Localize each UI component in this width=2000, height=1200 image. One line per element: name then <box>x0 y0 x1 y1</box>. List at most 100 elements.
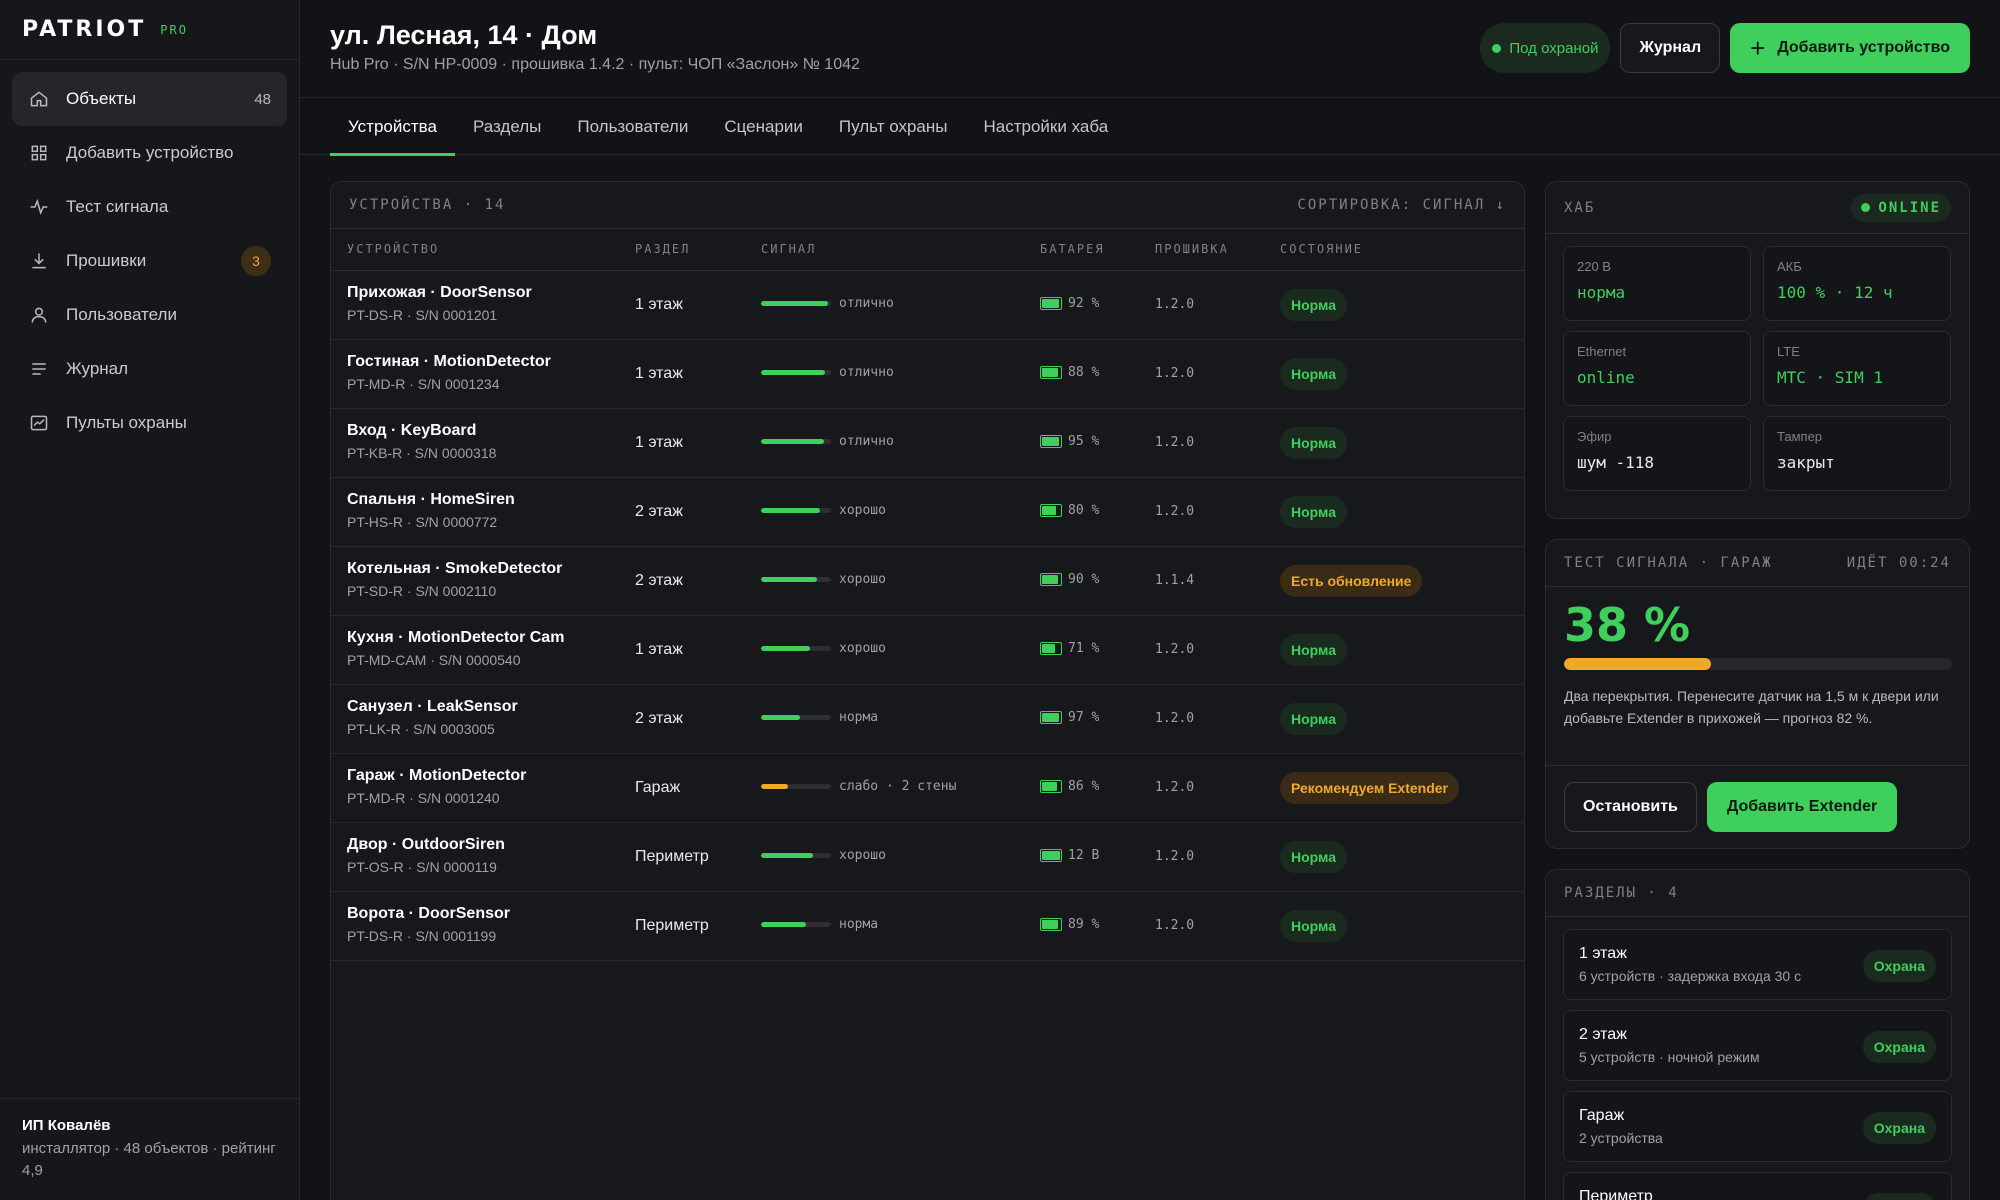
pulse-icon <box>28 196 50 218</box>
device-cell: Двор · OutdoorSiren PT-OS-R · S/N 0000119 <box>347 836 505 875</box>
hub-status-label: 220 В <box>1577 259 1611 274</box>
sidebar-item-signal-test[interactable]: Тест сигнала <box>12 180 287 234</box>
battery-cell: 95 % <box>1040 434 1099 449</box>
hub-online-badge: ONLINE <box>1851 193 1951 222</box>
home-icon <box>28 88 50 110</box>
sidebar-item-label: Журнал <box>66 359 129 378</box>
battery-fill <box>1042 782 1058 791</box>
firmware-version: 1.2.0 <box>1155 297 1195 312</box>
signal-bar <box>761 508 831 513</box>
column-header-battery[interactable]: БАТАРЕЯ <box>1040 242 1105 256</box>
zone-meta: 5 устройств · ночной режим <box>1579 1049 1760 1065</box>
sidebar-item-users[interactable]: Пользователи <box>12 288 287 342</box>
status-badge[interactable]: Охрана <box>1862 1031 1936 1063</box>
tab-scenarios[interactable]: Сценарии <box>706 98 821 155</box>
sidebar-item-add-device[interactable]: Добавить устройство <box>12 126 287 180</box>
zones-header: РАЗДЕЛЫ · 4 <box>1546 870 1969 917</box>
zone-state: Охрана <box>1862 1031 1936 1063</box>
signal-bar-fill <box>761 577 817 582</box>
signal-bar-fill <box>761 784 788 789</box>
state-cell: Норма <box>1280 427 1347 459</box>
table-row[interactable]: Спальня · HomeSiren PT-HS-R · S/N 0000772… <box>331 478 1524 547</box>
zone-item[interactable]: Гараж 2 устройства Охрана <box>1563 1091 1952 1162</box>
column-header-firmware[interactable]: ПРОШИВКА <box>1155 242 1229 256</box>
signal-cell: отлично <box>761 296 894 311</box>
battery-fill <box>1042 368 1058 377</box>
signal-bar-fill <box>761 301 829 306</box>
battery-label: 97 % <box>1068 710 1100 725</box>
signal-bar <box>761 853 831 858</box>
status-badge[interactable]: Охрана <box>1862 950 1936 982</box>
device-zone: 1 этаж <box>635 434 683 451</box>
table-row[interactable]: Кухня · MotionDetector Cam PT-MD-CAM · S/… <box>331 616 1524 685</box>
sidebar-item-objects[interactable]: Объекты 48 <box>12 72 287 126</box>
hub-status-label: Ethernet <box>1577 344 1627 359</box>
signal-label: норма <box>839 710 879 725</box>
status-badge: Норма <box>1280 634 1347 666</box>
stop-test-button[interactable]: Остановить <box>1564 782 1697 832</box>
battery-cell: 80 % <box>1040 503 1099 518</box>
column-header-state[interactable]: СОСТОЯНИЕ <box>1280 242 1363 256</box>
tab-monitoring[interactable]: Пульт охраны <box>821 98 966 155</box>
table-row[interactable]: Ворота · DoorSensor PT-DS-R · S/N 0001199… <box>331 892 1524 961</box>
signal-cell: хорошо <box>761 503 886 518</box>
device-name: Ворота · DoorSensor <box>347 905 510 922</box>
sidebar-item-consoles[interactable]: Пульты охраны <box>12 396 287 450</box>
zones-title: РАЗДЕЛЫ · 4 <box>1564 885 1679 901</box>
zone-state: Охрана <box>1862 950 1936 982</box>
sidebar-item-firmware[interactable]: Прошивки 3 <box>12 234 287 288</box>
brand-logo[interactable]: PATRIOT <box>22 17 146 42</box>
battery-label: 80 % <box>1068 503 1100 518</box>
table-row[interactable]: Двор · OutdoorSiren PT-OS-R · S/N 0000119… <box>331 823 1524 892</box>
table-row[interactable]: Санузел · LeakSensor PT-LK-R · S/N 000300… <box>331 685 1524 754</box>
add-extender-button[interactable]: Добавить Extender <box>1706 782 1898 832</box>
table-row[interactable]: Котельная · SmokeDetector PT-SD-R · S/N 0… <box>331 547 1524 616</box>
status-badge[interactable]: Охрана <box>1862 1193 1936 1200</box>
signal-bar <box>761 370 831 375</box>
tab-users[interactable]: Пользователи <box>559 98 706 155</box>
signal-bar-fill <box>761 508 820 513</box>
table-row[interactable]: Прихожая · DoorSensor PT-DS-R · S/N 00012… <box>331 271 1524 340</box>
signal-test-progress <box>1564 658 1952 670</box>
battery-label: 95 % <box>1068 434 1100 449</box>
signal-cell: слабо · 2 стены <box>761 779 956 794</box>
sidebar-item-journal[interactable]: Журнал <box>12 342 287 396</box>
journal-button[interactable]: Журнал <box>1620 23 1721 73</box>
table-row[interactable]: Вход · KeyBoard PT-KB-R · S/N 0000318 1 эт… <box>331 409 1524 478</box>
sort-control[interactable]: СОРТИРОВКА: СИГНАЛ ↓ <box>1297 197 1506 213</box>
tab-devices[interactable]: Устройства <box>330 98 455 156</box>
signal-label: норма <box>839 917 879 932</box>
firmware-version: 1.2.0 <box>1155 435 1195 450</box>
battery-icon <box>1040 849 1062 862</box>
zone-item[interactable]: 2 этаж 5 устройств · ночной режим Охрана <box>1563 1010 1952 1081</box>
state-cell: Норма <box>1280 841 1347 873</box>
zone-item[interactable]: Периметр Охрана <box>1563 1172 1952 1200</box>
battery-cell: 90 % <box>1040 572 1099 587</box>
status-badge[interactable]: Охрана <box>1862 1112 1936 1144</box>
arm-status-badge[interactable]: Под охраной <box>1480 23 1611 73</box>
user-profile[interactable]: ИП Ковалёв инсталлятор · 48 объектов · р… <box>0 1098 300 1200</box>
tab-hub-settings[interactable]: Настройки хаба <box>966 98 1127 155</box>
arm-status-label: Под охраной <box>1509 39 1599 57</box>
zone-item[interactable]: 1 этаж 6 устройств · задержка входа 30 с О… <box>1563 929 1952 1000</box>
column-header-signal[interactable]: СИГНАЛ <box>761 242 816 256</box>
device-zone: 2 этаж <box>635 710 683 727</box>
sidebar-nav: Объекты 48 Добавить устройство Тест сигн… <box>0 60 299 462</box>
column-header-device[interactable]: УСТРОЙСТВО <box>347 242 439 256</box>
table-row[interactable]: Гостиная · MotionDetector PT-MD-R · S/N 0… <box>331 340 1524 409</box>
devices-table-body: Прихожая · DoorSensor PT-DS-R · S/N 00012… <box>331 271 1524 961</box>
add-device-button[interactable]: + Добавить устройство <box>1730 23 1970 73</box>
signal-bar <box>761 439 831 444</box>
firmware-version: 1.2.0 <box>1155 849 1195 864</box>
device-zone: 1 этаж <box>635 296 683 313</box>
column-header-zone[interactable]: РАЗДЕЛ <box>635 242 690 256</box>
status-dot-icon <box>1492 43 1502 53</box>
device-zone: 2 этаж <box>635 503 683 520</box>
firmware-badge: 3 <box>241 246 271 276</box>
table-row[interactable]: Гараж · MotionDetector PT-MD-R · S/N 0001… <box>331 754 1524 823</box>
sidebar-item-label: Объекты <box>66 89 137 108</box>
battery-fill <box>1042 851 1060 860</box>
battery-fill <box>1042 575 1059 584</box>
zone-meta: 2 устройства <box>1579 1130 1663 1146</box>
tab-zones[interactable]: Разделы <box>455 98 559 155</box>
